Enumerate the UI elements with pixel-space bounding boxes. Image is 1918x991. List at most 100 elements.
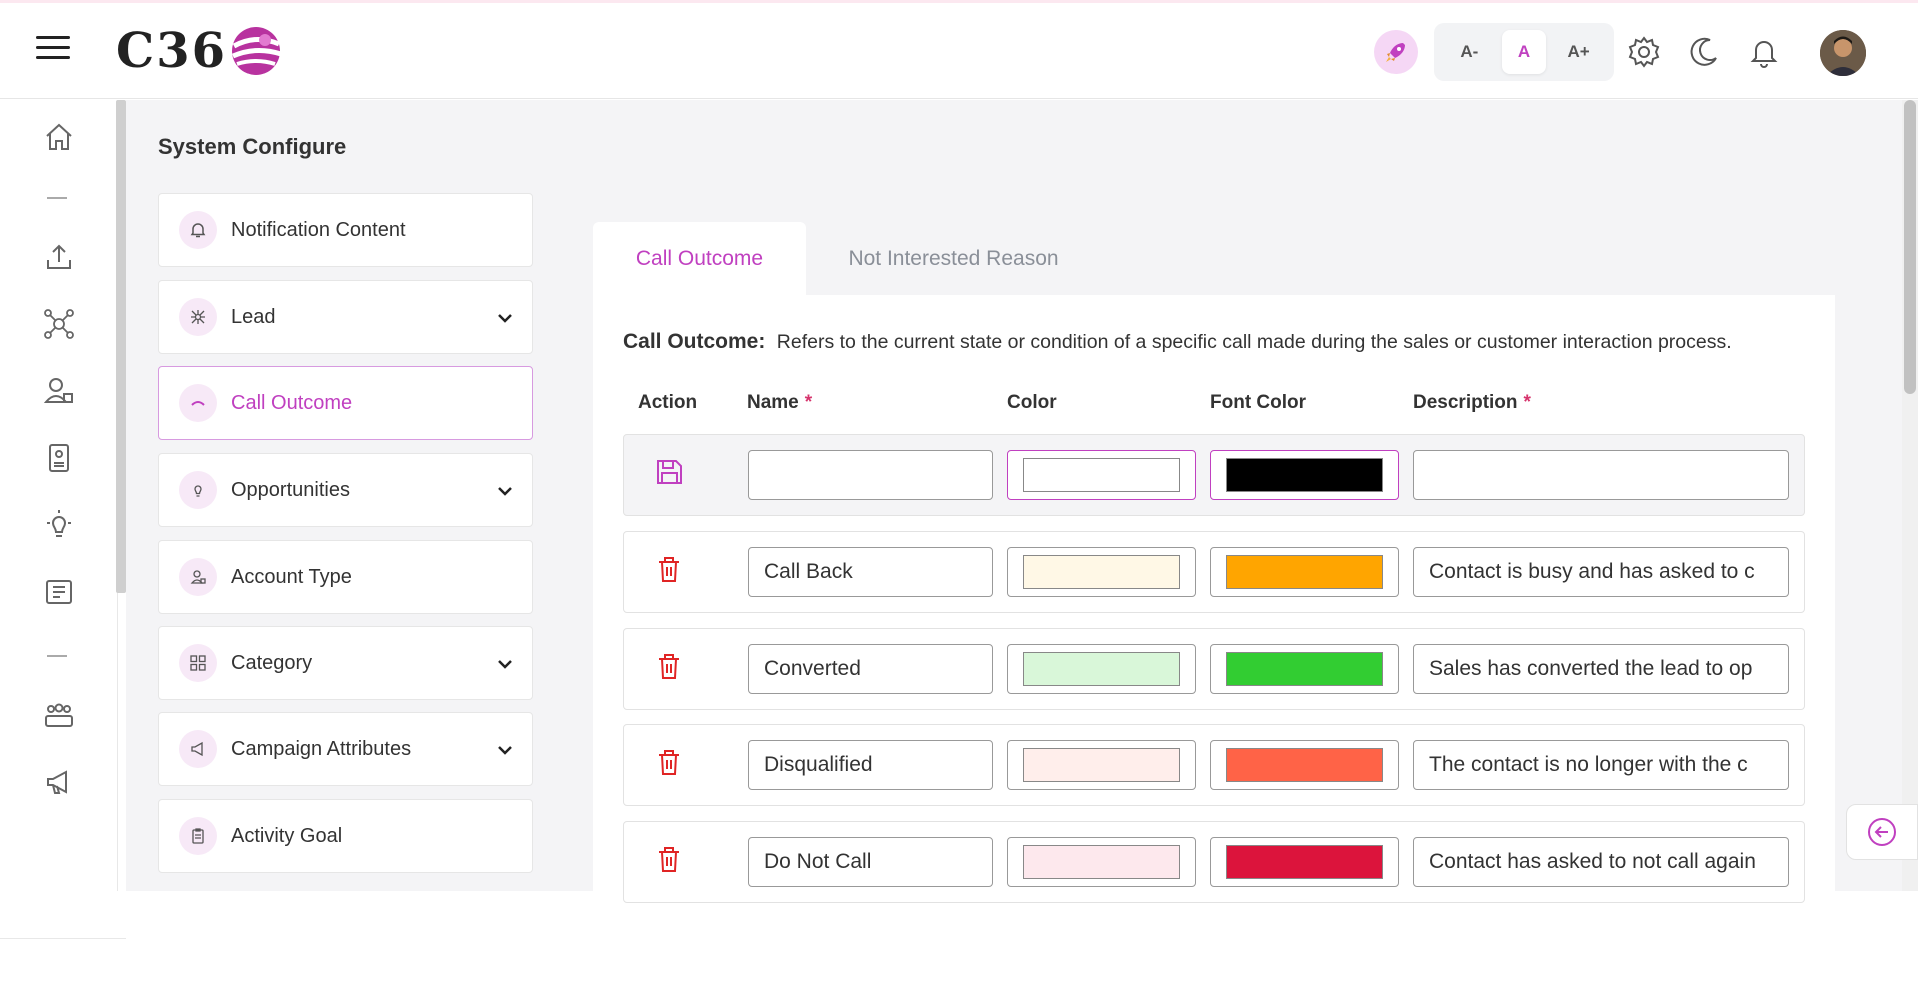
- description-text: Refers to the current state or condition…: [776, 331, 1732, 353]
- config-menu-category[interactable]: Category: [158, 626, 533, 700]
- gear-icon[interactable]: [1626, 34, 1662, 70]
- color-picker[interactable]: [1007, 837, 1196, 887]
- font-color-swatch: [1226, 555, 1383, 589]
- name-input[interactable]: Do Not Call: [748, 837, 993, 887]
- phone-hangup-icon: [179, 384, 217, 422]
- bell-icon: [179, 211, 217, 249]
- color-swatch: [1023, 555, 1180, 589]
- description-term: Call Outcome:: [623, 330, 766, 353]
- font-color-swatch: [1226, 748, 1383, 782]
- color-picker[interactable]: [1007, 547, 1196, 597]
- config-menu-activity-goal[interactable]: Activity Goal: [158, 799, 533, 873]
- font-color-picker[interactable]: [1210, 837, 1399, 887]
- lightbulb-icon: [179, 471, 217, 509]
- app-header: C36 A- A A+: [0, 3, 1918, 99]
- account-card-icon[interactable]: [42, 441, 76, 475]
- config-menu-lead[interactable]: Lead: [158, 280, 533, 354]
- trash-icon[interactable]: [654, 747, 684, 777]
- tab-call-outcome[interactable]: Call Outcome: [593, 222, 806, 295]
- collapse-panel-button[interactable]: [1846, 804, 1918, 860]
- table-row: Call Back Contact is busy and has asked …: [623, 531, 1805, 613]
- network-icon[interactable]: [42, 307, 76, 341]
- font-color-picker[interactable]: [1210, 450, 1399, 500]
- save-icon[interactable]: [654, 457, 684, 487]
- chevron-down-icon[interactable]: [496, 482, 514, 500]
- description-input[interactable]: Contact has asked to not call again: [1413, 837, 1789, 887]
- column-header-action: Action: [638, 392, 698, 413]
- menu-label: Notification Content: [231, 218, 406, 241]
- sidebar-nav: [0, 100, 126, 991]
- team-icon[interactable]: [42, 698, 76, 732]
- color-picker[interactable]: [1007, 644, 1196, 694]
- menu-label: Call Outcome: [231, 391, 353, 414]
- menu-label: Activity Goal: [231, 824, 343, 847]
- menu-label: Lead: [231, 305, 276, 328]
- user-avatar[interactable]: [1820, 30, 1866, 76]
- page-title: System Configure: [158, 134, 347, 159]
- menu-label: Category: [231, 651, 313, 674]
- chevron-down-icon[interactable]: [496, 741, 514, 759]
- column-header-name: Name *: [747, 392, 812, 414]
- name-input[interactable]: Converted: [748, 644, 993, 694]
- invoice-icon[interactable]: [42, 575, 76, 609]
- moon-icon[interactable]: [1686, 34, 1722, 70]
- tab-not-interested-reason[interactable]: Not Interested Reason: [806, 222, 1101, 295]
- font-increase-button[interactable]: A+: [1557, 30, 1601, 74]
- font-size-toggle: A- A A+: [1434, 23, 1614, 81]
- color-picker[interactable]: [1007, 450, 1196, 500]
- chevron-down-icon[interactable]: [496, 309, 514, 327]
- trash-icon[interactable]: [654, 554, 684, 584]
- description-input[interactable]: Contact is busy and has asked to c: [1413, 547, 1789, 597]
- trash-icon[interactable]: [654, 651, 684, 681]
- bell-icon[interactable]: [1746, 34, 1782, 70]
- new-entry-row: [623, 434, 1805, 516]
- font-color-swatch: [1226, 458, 1383, 492]
- network-icon: [179, 298, 217, 336]
- font-decrease-button[interactable]: A-: [1447, 30, 1491, 74]
- megaphone-icon[interactable]: [42, 765, 76, 799]
- menu-label: Opportunities: [231, 478, 350, 501]
- color-swatch: [1023, 458, 1180, 492]
- config-menu-opportunities[interactable]: Opportunities: [158, 453, 533, 527]
- name-input[interactable]: Call Back: [748, 547, 993, 597]
- config-menu-account-type[interactable]: Account Type: [158, 540, 533, 614]
- color-swatch: [1023, 748, 1180, 782]
- description-input[interactable]: Sales has converted the lead to op: [1413, 644, 1789, 694]
- config-menu-campaign-attributes[interactable]: Campaign Attributes: [158, 712, 533, 786]
- lightbulb-icon[interactable]: [42, 508, 76, 542]
- rocket-icon[interactable]: [1374, 30, 1418, 74]
- font-color-picker[interactable]: [1210, 547, 1399, 597]
- megaphone-icon: [179, 730, 217, 768]
- required-marker: *: [1523, 392, 1531, 413]
- description-input[interactable]: The contact is no longer with the c: [1413, 740, 1789, 790]
- contacts-icon[interactable]: [42, 374, 76, 408]
- trash-icon[interactable]: [654, 844, 684, 874]
- font-color-picker[interactable]: [1210, 644, 1399, 694]
- chevron-down-icon[interactable]: [496, 655, 514, 673]
- section-description: Call Outcome: Refers to the current stat…: [623, 330, 1732, 354]
- color-picker[interactable]: [1007, 740, 1196, 790]
- font-color-picker[interactable]: [1210, 740, 1399, 790]
- name-input[interactable]: [748, 450, 993, 500]
- config-menu-notification-content[interactable]: Notification Content: [158, 193, 533, 267]
- config-menu-call-outcome[interactable]: Call Outcome: [158, 366, 533, 440]
- menu-label: Campaign Attributes: [231, 737, 412, 760]
- required-marker: *: [804, 392, 813, 413]
- globe-logo-icon: [232, 27, 282, 75]
- app-logo[interactable]: C36: [116, 21, 283, 81]
- description-input[interactable]: [1413, 450, 1789, 500]
- home-icon[interactable]: [42, 120, 76, 154]
- upload-icon[interactable]: [42, 240, 76, 274]
- name-input[interactable]: Disqualified: [748, 740, 993, 790]
- font-color-swatch: [1226, 652, 1383, 686]
- sidebar-divider: [47, 655, 67, 657]
- header-label: Description: [1413, 392, 1518, 413]
- sidebar-scrollbar[interactable]: [116, 100, 126, 593]
- font-color-swatch: [1226, 845, 1383, 879]
- page-scrollbar-thumb[interactable]: [1904, 100, 1916, 394]
- font-normal-button[interactable]: A: [1501, 30, 1546, 74]
- column-header-font-color: Font Color: [1210, 392, 1307, 413]
- column-header-description: Description *: [1413, 392, 1531, 414]
- menu-toggle-icon[interactable]: [36, 36, 70, 66]
- sidebar-divider: [47, 197, 67, 199]
